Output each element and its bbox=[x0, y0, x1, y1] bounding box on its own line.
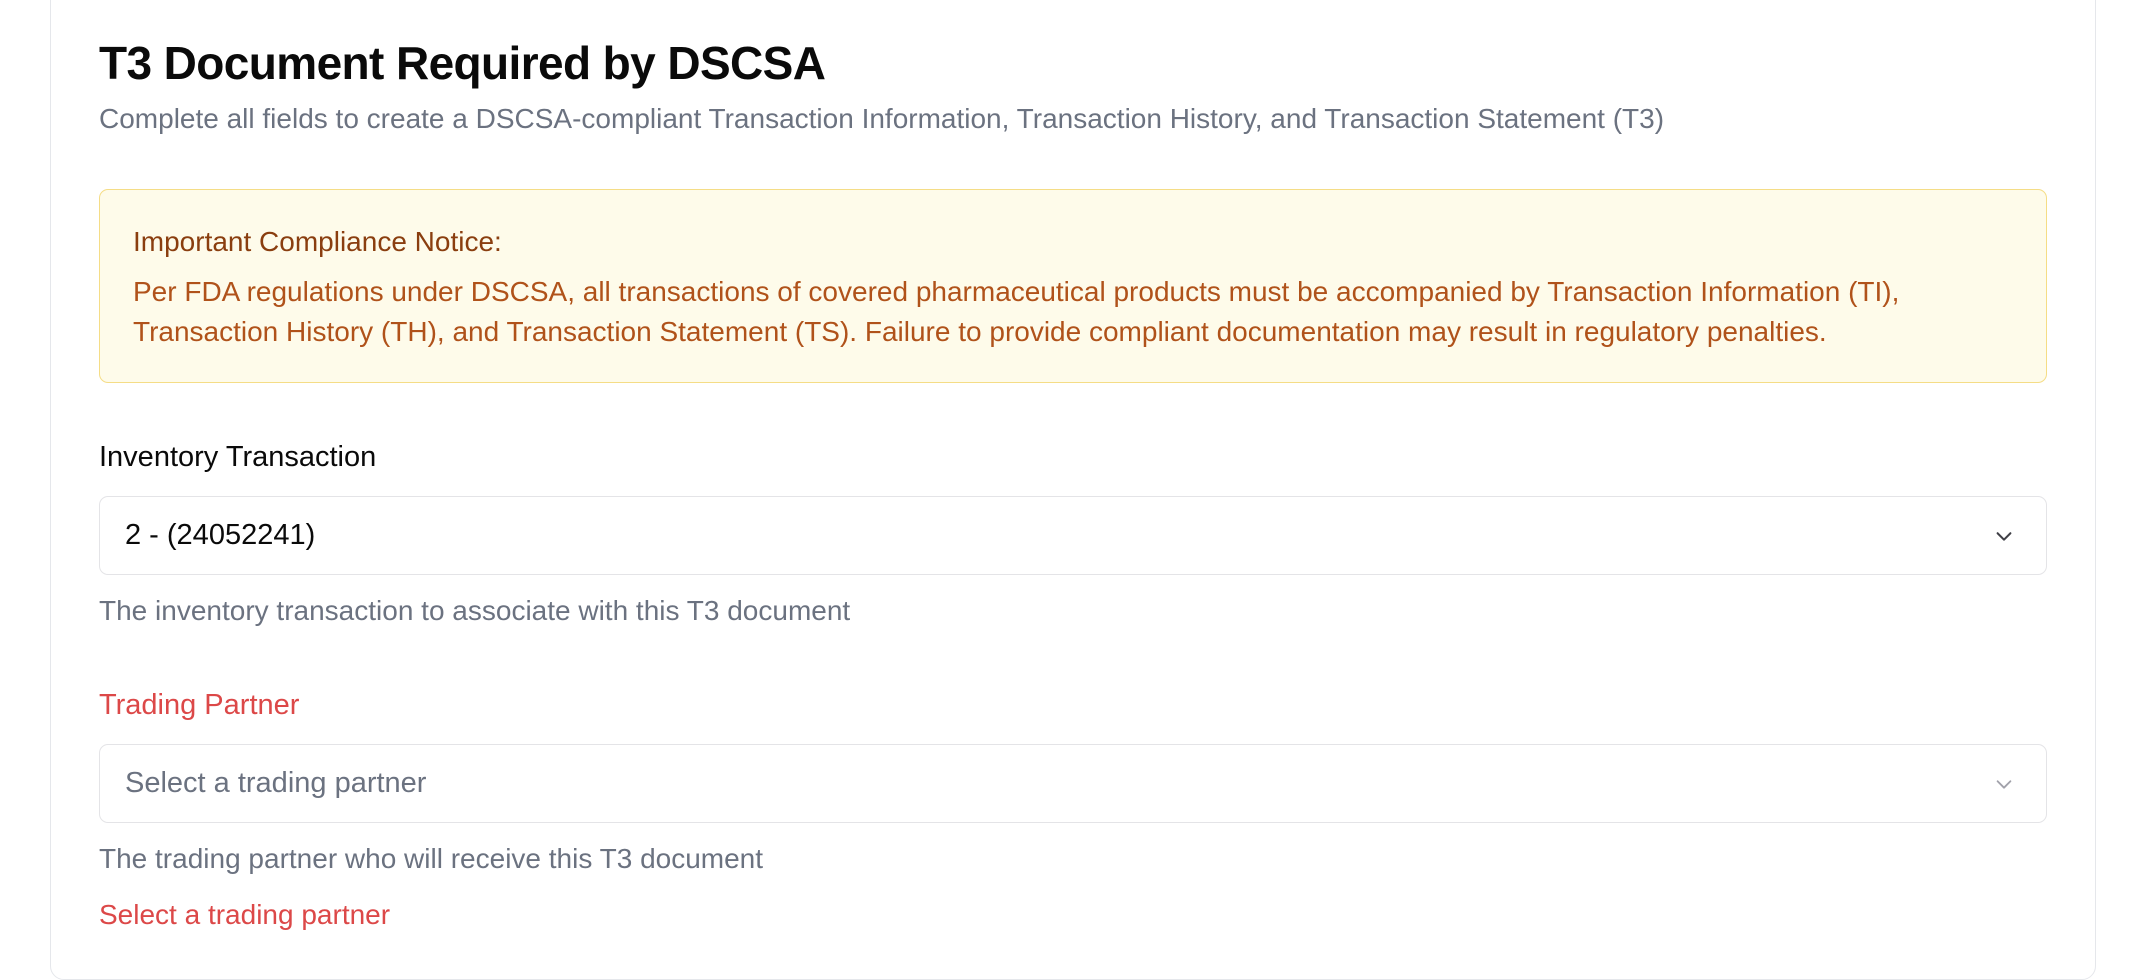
page-subtitle: Complete all fields to create a DSCSA-co… bbox=[99, 103, 1665, 134]
trading-partner-error: Select a trading partner bbox=[99, 899, 391, 930]
notice-title: Important Compliance Notice: bbox=[133, 226, 502, 257]
trading-partner-placeholder: Select a trading partner bbox=[125, 767, 427, 799]
notice-body: Per FDA regulations under DSCSA, all tra… bbox=[133, 276, 1900, 347]
trading-partner-select[interactable]: Select a trading partner bbox=[99, 744, 2047, 823]
form-card bbox=[50, 0, 2096, 980]
inventory-transaction-label: Inventory Transaction bbox=[99, 441, 377, 473]
inventory-transaction-help: The inventory transaction to associate w… bbox=[99, 595, 851, 626]
trading-partner-help: The trading partner who will receive thi… bbox=[99, 843, 764, 874]
chevron-down-icon bbox=[1992, 524, 2016, 548]
compliance-notice: Important Compliance Notice: Per FDA reg… bbox=[99, 189, 2047, 383]
chevron-down-icon bbox=[1992, 772, 2016, 796]
trading-partner-label: Trading Partner bbox=[99, 689, 300, 721]
page-title: T3 Document Required by DSCSA bbox=[99, 37, 826, 89]
inventory-transaction-value: 2 - (24052241) bbox=[125, 519, 316, 551]
inventory-transaction-select[interactable]: 2 - (24052241) bbox=[99, 496, 2047, 575]
